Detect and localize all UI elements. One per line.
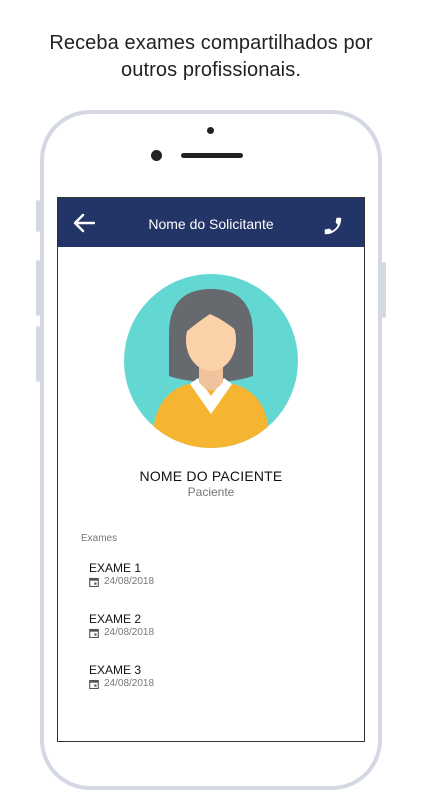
exam-name: EXAME 3	[89, 663, 142, 677]
headline-line-2: outros profissionais.	[121, 59, 301, 81]
app-bar: Nome do Solicitante	[58, 198, 364, 247]
headline: Receba exames compartilhados por outros …	[0, 30, 422, 84]
phone-side-button	[36, 200, 40, 232]
phone-side-button	[36, 326, 40, 382]
patient-name: NOME DO PACIENTE	[139, 468, 283, 484]
phone-sensor	[207, 127, 214, 134]
exam-date: 24/08/2018	[89, 677, 329, 690]
phone-camera	[151, 150, 162, 161]
exam-list-item[interactable]: EXAME 1 24/08/2018	[89, 561, 329, 588]
exam-date-text: 24/08/2018	[104, 678, 155, 689]
exam-date: 24/08/2018	[89, 575, 329, 588]
phone-side-button	[36, 260, 40, 316]
app-bar-title: Nome do Solicitante	[148, 216, 274, 232]
exam-date: 24/08/2018	[89, 626, 329, 639]
phone-icon[interactable]	[322, 215, 344, 237]
exam-date-text: 24/08/2018	[104, 576, 155, 587]
calendar-icon	[89, 679, 99, 689]
patient-role: Paciente	[187, 485, 235, 499]
arrow-left-icon[interactable]	[73, 213, 95, 233]
exam-list-item[interactable]: EXAME 3 24/08/2018	[89, 663, 329, 690]
phone-side-button	[382, 262, 386, 318]
exam-list-item[interactable]: EXAME 2 24/08/2018	[89, 612, 329, 639]
app-screen: Nome do Solicitante NOME DO PACIENTE Pac…	[57, 197, 365, 742]
exams-section-label: Exames	[81, 533, 118, 544]
calendar-icon	[89, 628, 99, 638]
exam-date-text: 24/08/2018	[104, 627, 155, 638]
calendar-icon	[89, 577, 99, 587]
exam-name: EXAME 2	[89, 612, 142, 626]
phone-speaker	[181, 153, 243, 158]
patient-avatar	[124, 274, 298, 448]
headline-line-1: Receba exames compartilhados por	[49, 32, 373, 54]
exam-name: EXAME 1	[89, 561, 142, 575]
